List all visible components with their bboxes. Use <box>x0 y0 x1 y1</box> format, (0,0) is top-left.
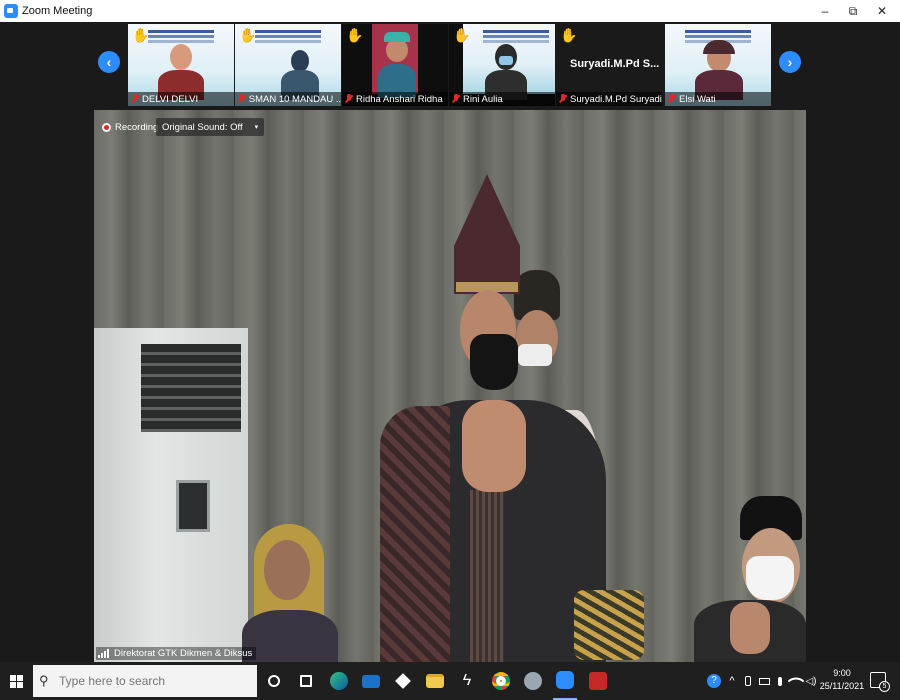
zoom-app-icon <box>4 4 18 18</box>
participant-name: DELVI DELVI <box>142 93 199 105</box>
participant-name: Elsi Wati <box>679 93 716 105</box>
task-view-icon <box>300 675 312 687</box>
clock-date: 25/11/2021 <box>819 681 865 691</box>
raised-hand-icon: ✋ <box>453 27 471 43</box>
gallery-prev-button[interactable]: ‹ <box>98 51 120 73</box>
muted-mic-icon <box>345 94 353 104</box>
tool-icon <box>524 672 542 690</box>
dropbox-icon <box>395 673 411 689</box>
participant-tile[interactable]: ✋ Ridha Anshari Ridha <box>342 24 448 106</box>
app-button[interactable]: ϟ <box>455 662 479 700</box>
wifi-icon[interactable] <box>787 662 805 700</box>
speaker-name-label: Direktorat GTK Dikmen & Diksus <box>96 647 257 660</box>
bolt-icon: ϟ <box>462 672 472 689</box>
participant-tile[interactable]: Elsi Wati <box>665 24 771 106</box>
muted-mic-icon <box>131 94 139 104</box>
search-input[interactable] <box>59 674 249 688</box>
title-bar: Zoom Meeting – ⧉ ✕ <box>0 0 900 22</box>
notification-count-badge: 5 <box>879 681 890 692</box>
system-clock[interactable]: 9:00 25/11/2021 <box>818 667 866 693</box>
participant-name: SMAN 10 MANDAU ... <box>248 93 341 105</box>
task-view-button[interactable] <box>294 662 318 700</box>
air-conditioner-image <box>94 328 248 662</box>
chrome-button[interactable] <box>489 662 513 700</box>
windows-logo-icon <box>9 674 23 688</box>
tray-device-icon[interactable] <box>742 662 754 700</box>
participant-name: Rini Aulia <box>463 93 503 105</box>
participant-name: Suryadi.M.Pd Suryadi <box>570 93 662 105</box>
windows-taskbar: ⚲ ϟ ? ^ <box>0 662 900 700</box>
app-red-button[interactable] <box>586 662 610 700</box>
raised-hand-icon: ✋ <box>132 27 150 43</box>
battery-icon[interactable] <box>757 662 771 700</box>
participant-tile[interactable]: ✋ Rini Aulia <box>449 24 555 106</box>
mail-button[interactable] <box>359 662 383 700</box>
participant-display-name: Suryadi.M.Pd S... <box>570 58 660 70</box>
cortana-button[interactable] <box>262 662 286 700</box>
participant-name: Ridha Anshari Ridha <box>356 93 443 105</box>
close-button[interactable]: ✕ <box>867 0 897 22</box>
chevron-down-icon: ▾ <box>254 124 259 131</box>
participant-tile[interactable]: ✋ Suryadi.M.Pd S... Suryadi.M.Pd Suryadi <box>556 24 662 106</box>
muted-mic-icon <box>668 94 676 104</box>
microphone-icon[interactable] <box>774 662 786 700</box>
start-button[interactable] <box>0 662 32 700</box>
raised-hand-icon: ✋ <box>560 27 578 43</box>
app-red-icon <box>589 672 607 690</box>
tray-chevron-button[interactable]: ^ <box>726 662 738 700</box>
recording-indicator: Recording <box>102 122 158 133</box>
main-speaker-video: Recording Original Sound: Off ▾ Direktor… <box>94 110 806 662</box>
participant-tile[interactable]: ✋ DELVI DELVI <box>128 24 234 106</box>
clock-time: 9:00 <box>833 668 851 678</box>
recording-label: Recording <box>115 122 159 133</box>
taskbar-search-box[interactable]: ⚲ <box>33 665 257 697</box>
participant-gallery-strip: ‹ ✋ DELVI DELVI ✋ SMAN 10 MANDAU ... ✋ R… <box>0 22 900 110</box>
zoom-taskbar-button[interactable] <box>553 662 577 700</box>
help-icon: ? <box>707 674 721 688</box>
file-explorer-icon <box>426 674 444 688</box>
recording-icon <box>102 123 111 132</box>
chrome-icon <box>492 672 510 690</box>
notification-center-icon[interactable]: 5 <box>870 672 890 692</box>
minimize-button[interactable]: – <box>810 0 840 22</box>
file-explorer-button[interactable] <box>423 662 447 700</box>
maximize-button[interactable]: ⧉ <box>838 0 868 22</box>
search-icon: ⚲ <box>39 673 49 688</box>
dropbox-button[interactable] <box>391 662 415 700</box>
edge-icon <box>330 672 348 690</box>
speaker-name: Direktorat GTK Dikmen & Diksus <box>114 648 253 659</box>
signal-strength-icon <box>98 649 110 658</box>
participant-tile[interactable]: ✋ SMAN 10 MANDAU ... <box>235 24 341 106</box>
original-sound-label: Original Sound: Off <box>162 121 243 133</box>
muted-mic-icon <box>452 94 460 104</box>
window-title: Zoom Meeting <box>22 5 93 17</box>
zoom-icon <box>556 671 574 689</box>
muted-mic-icon <box>559 94 567 104</box>
edge-button[interactable] <box>327 662 351 700</box>
gallery-next-button[interactable]: › <box>779 51 801 73</box>
volume-icon[interactable]: ◁) <box>804 662 818 700</box>
help-tray-button[interactable]: ? <box>706 662 722 700</box>
original-sound-dropdown[interactable]: Original Sound: Off ▾ <box>156 118 265 136</box>
tool-button[interactable] <box>521 662 545 700</box>
cortana-icon <box>268 675 280 687</box>
raised-hand-icon: ✋ <box>239 27 257 43</box>
raised-hand-icon: ✋ <box>346 27 364 43</box>
mail-icon <box>362 674 380 688</box>
muted-mic-icon <box>238 94 246 104</box>
